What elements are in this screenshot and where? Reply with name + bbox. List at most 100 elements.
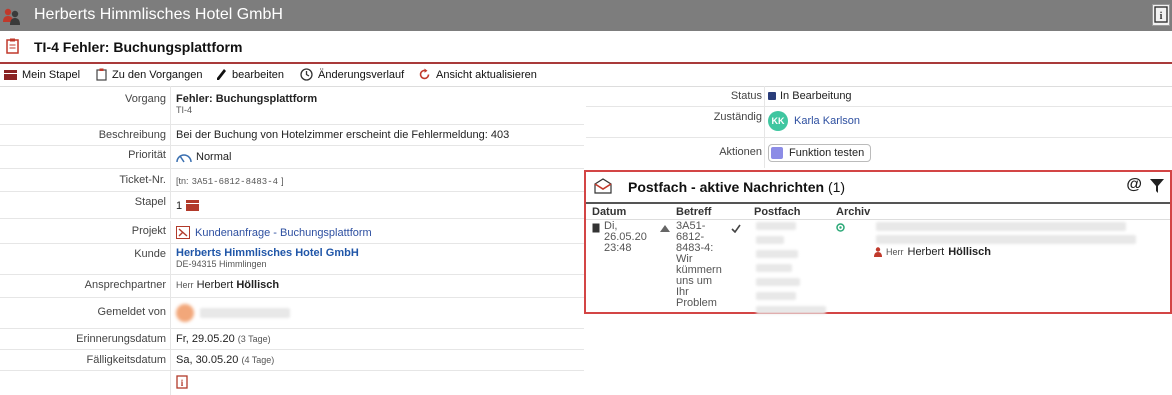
check-icon — [731, 224, 741, 233]
label-erinnerung: Erinnerungsdatum — [76, 333, 166, 345]
contact-salutation: Herr — [886, 247, 904, 257]
ticket-header: TI-4 Fehler: Buchungsplattform — [0, 31, 1172, 64]
message-date: Di, 26.05.20 23:48 — [604, 220, 647, 254]
toolbar: Mein Stapel Zu den Vorgangen bearbeiten … — [0, 64, 1172, 87]
at-icon[interactable]: @ — [1126, 176, 1142, 194]
hotel-name: Herberts Himmlisches Hotel GmbH — [34, 6, 283, 23]
vorgang-value: Fehler: Buchungsplattform — [176, 93, 318, 105]
info-icon[interactable]: i — [1152, 4, 1170, 26]
ansprechpartner-value[interactable]: Herr Herbert Höllisch — [176, 279, 279, 291]
status-square-icon — [768, 92, 776, 100]
table-row[interactable]: Di, 26.05.20 23:48 3A51- 6812- 8483-4: W… — [586, 220, 1170, 314]
label-zustaendig: Zuständig — [713, 111, 762, 123]
to-cases-button[interactable]: Zu den Vorgangen — [96, 68, 203, 81]
clock-icon — [300, 68, 313, 81]
project-icon — [176, 226, 190, 239]
row-faelligkeit: Fälligkeitsdatum Sa, 30.05.20 (4 Tage) — [0, 350, 584, 371]
refresh-icon — [419, 68, 430, 80]
label-kunde: Kunde — [134, 248, 166, 260]
row-erinnerung: Erinnerungsdatum Fr, 29.05.20 (3 Tage) — [0, 329, 584, 350]
ticket-side-panel: Status In Bearbeitung Zuständig KK Karla… — [586, 86, 1172, 168]
message-subject[interactable]: 3A51- 6812- 8483-4: Wir kümmern uns um I… — [676, 221, 722, 309]
ansprechpartner-first: Herbert — [196, 279, 234, 291]
row-info: i — [0, 371, 584, 395]
ansprechpartner-last: Höllisch — [236, 279, 280, 291]
ticket-nr-suffix: ] — [281, 176, 284, 186]
stack-icon — [4, 70, 17, 80]
label-projekt: Projekt — [131, 225, 166, 237]
app-header: Herberts Himmlisches Hotel GmbH i — [0, 0, 1172, 31]
ticket-nr-prefix: [tn: — [176, 176, 189, 186]
row-zustaendig: Zuständig KK Karla Karlson — [586, 107, 1172, 138]
envelope-icon — [594, 178, 612, 194]
row-stapel: Stapel 1 — [0, 192, 584, 219]
row-ansprechpartner: Ansprechpartner Herr Herbert Höllisch — [0, 275, 584, 298]
filter-icon[interactable] — [1150, 178, 1164, 194]
my-stack-button[interactable]: Mein Stapel — [4, 68, 80, 81]
row-projekt: Projekt Kundenanfrage - Buchungsplattfor… — [0, 221, 584, 244]
person-icon — [874, 247, 882, 257]
users-icon[interactable] — [2, 6, 22, 26]
label-vorgang: Vorgang — [125, 93, 166, 105]
message-contact[interactable]: Herr Herbert Höllisch — [874, 246, 991, 258]
kunde-address: DE-94315 Himmlingen — [176, 259, 267, 269]
column-datum[interactable]: Datum — [592, 206, 626, 218]
faelligkeit-note: (4 Tage) — [241, 355, 275, 365]
row-vorgang: Vorgang Fehler: Buchungsplattform TI-4 — [0, 86, 584, 125]
ticket-details: Vorgang Fehler: Buchungsplattform TI-4 B… — [0, 86, 584, 395]
beschreibung-value: Bei der Buchung von Hotelzimmer erschein… — [176, 129, 510, 141]
label-gemeldet-von: Gemeldet von — [97, 306, 166, 318]
label-status: Status — [730, 90, 762, 102]
edit-label: bearbeiten — [232, 68, 284, 81]
test-function-label: Funktion testen — [789, 147, 865, 159]
label-ansprechpartner: Ansprechpartner — [84, 279, 166, 291]
status-value: In Bearbeitung — [780, 90, 852, 102]
row-prioritaet: Priorität Normal — [0, 146, 584, 169]
edit-button[interactable]: bearbeiten — [216, 68, 284, 81]
clipboard-icon — [96, 68, 107, 81]
column-archiv[interactable]: Archiv — [836, 206, 870, 218]
column-betreff[interactable]: Betreff — [676, 206, 711, 218]
refresh-view-button[interactable]: Ansicht aktualisieren — [418, 68, 537, 81]
projekt-link[interactable]: Kundenanfrage - Buchungsplattform — [195, 227, 372, 239]
erinnerung-value: Fr, 29.05.20 — [176, 333, 235, 345]
mailbox-header: Postfach - aktive Nachrichten (1) @ — [586, 172, 1170, 204]
avatar — [176, 304, 194, 322]
clipboard-icon — [6, 38, 19, 54]
history-button[interactable]: Änderungsverlauf — [300, 68, 404, 81]
svg-text:i: i — [1160, 11, 1163, 22]
row-gemeldet-von: Gemeldet von — [0, 298, 584, 329]
ansprechpartner-salutation: Herr — [176, 280, 194, 290]
mailbox-redacted — [756, 222, 836, 314]
vorgang-id: TI-4 — [176, 105, 193, 115]
prioritaet-value: Normal — [196, 151, 232, 163]
zustaendig-link[interactable]: Karla Karlson — [794, 115, 860, 127]
history-label: Änderungsverlauf — [318, 68, 405, 81]
label-prioritaet: Priorität — [128, 149, 166, 161]
my-stack-label: Mein Stapel — [22, 68, 81, 81]
info-icon[interactable]: i — [176, 375, 188, 389]
document-icon — [592, 223, 600, 233]
mailbox-title: Postfach - aktive Nachrichten — [628, 179, 825, 195]
label-stapel: Stapel — [134, 196, 166, 208]
test-function-button[interactable]: Funktion testen — [768, 144, 872, 162]
row-status: Status In Bearbeitung — [586, 86, 1172, 107]
row-beschreibung: Beschreibung Bei der Buchung von Hotelzi… — [0, 125, 584, 146]
column-postfach[interactable]: Postfach — [754, 206, 800, 218]
label-aktionen: Aktionen — [719, 146, 762, 158]
page-title: TI-4 Fehler: Buchungsplattform — [34, 39, 243, 55]
label-beschreibung: Beschreibung — [98, 129, 166, 141]
kunde-link[interactable]: Herberts Himmlisches Hotel GmbH — [176, 247, 359, 259]
row-kunde: Kunde Herberts Himmlisches Hotel GmbH DE… — [0, 244, 584, 275]
faelligkeit-value: Sa, 30.05.20 — [176, 354, 239, 366]
avatar: KK — [768, 111, 788, 131]
stack-icon[interactable] — [186, 199, 200, 212]
contact-first: Herbert — [907, 246, 945, 258]
archive-status-icon[interactable] — [836, 223, 845, 232]
stapel-value: 1 — [176, 199, 183, 212]
pencil-icon — [217, 69, 226, 80]
mailbox-panel: Postfach - aktive Nachrichten (1) @ Datu… — [584, 170, 1172, 314]
erinnerung-note: (3 Tage) — [237, 334, 271, 344]
row-ticket-nr: Ticket-Nr. [tn: 3A51-6812-8483-4 ] — [0, 169, 584, 192]
contact-last: Höllisch — [948, 246, 991, 258]
